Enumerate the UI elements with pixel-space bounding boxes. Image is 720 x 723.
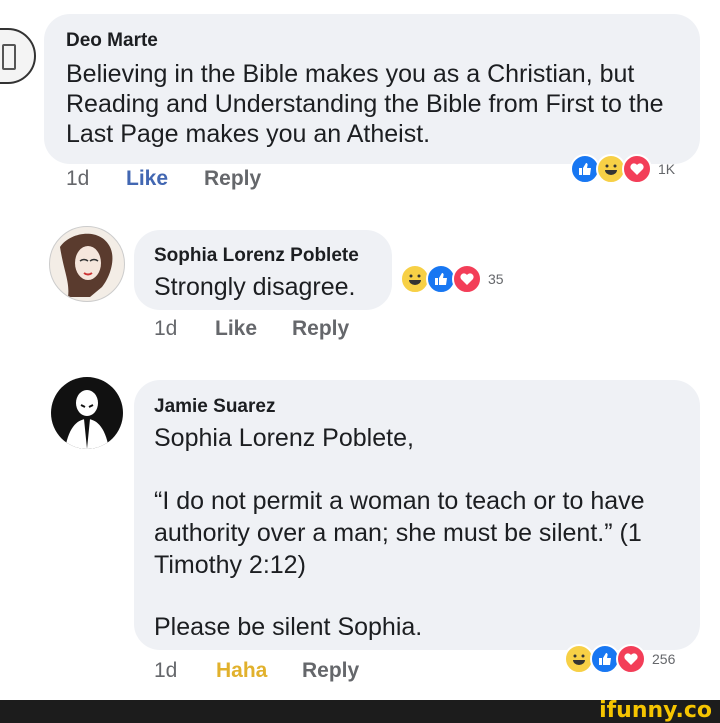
like-button[interactable]: Like — [215, 317, 257, 341]
reply-button[interactable]: Reply — [204, 167, 261, 191]
comment-text-line: Please be silent Sophia. — [154, 613, 423, 641]
like-button[interactable]: Like — [126, 167, 168, 191]
love-icon — [616, 644, 646, 674]
reply-button[interactable]: Reply — [302, 659, 359, 683]
profile-sketch-icon — [60, 233, 113, 297]
phone-icon — [2, 44, 16, 70]
watermark-bar: ifunny.co — [0, 698, 720, 723]
love-icon — [452, 264, 482, 294]
comment-text-line: authority over a man; she must be silent… — [154, 519, 642, 547]
reaction-summary[interactable]: 35 — [400, 264, 504, 294]
comment-text-line: Timothy 2:12) — [154, 551, 306, 579]
reply-button[interactable]: Reply — [292, 317, 349, 341]
avatar[interactable] — [49, 226, 125, 302]
reaction-summary[interactable]: 256 — [564, 644, 675, 674]
comment-text-line: Sophia Lorenz Poblete, — [154, 424, 414, 452]
avatar[interactable] — [51, 377, 123, 449]
comment-text-line: Last Page makes you an Atheist. — [66, 120, 431, 148]
comment-text-line: Strongly disagree. — [154, 273, 356, 301]
comment-time: 1d — [66, 167, 90, 190]
haha-button[interactable]: Haha — [216, 659, 267, 683]
ifunny-watermark: ifunny.co — [599, 698, 712, 723]
comment-text-line: Believing in the Bible makes you as a Ch… — [66, 60, 635, 88]
comment-text-line: Reading and Understanding the Bible from… — [66, 90, 664, 118]
comment-author[interactable]: Jamie Suarez — [154, 396, 275, 418]
comment-author[interactable]: Sophia Lorenz Poblete — [154, 245, 359, 267]
comment-time: 1d — [154, 659, 178, 682]
reaction-count: 1K — [658, 161, 676, 177]
comment-text-line: “I do not permit a woman to teach or to … — [154, 487, 645, 515]
avatar[interactable] — [0, 28, 36, 84]
reaction-count: 256 — [652, 651, 676, 667]
comment-author[interactable]: Deo Marte — [66, 30, 158, 52]
reaction-summary[interactable]: 1K — [570, 154, 675, 184]
love-icon — [622, 154, 652, 184]
reaction-count: 35 — [488, 271, 504, 287]
masked-figure-icon — [65, 390, 109, 449]
comment-time: 1d — [154, 317, 178, 340]
